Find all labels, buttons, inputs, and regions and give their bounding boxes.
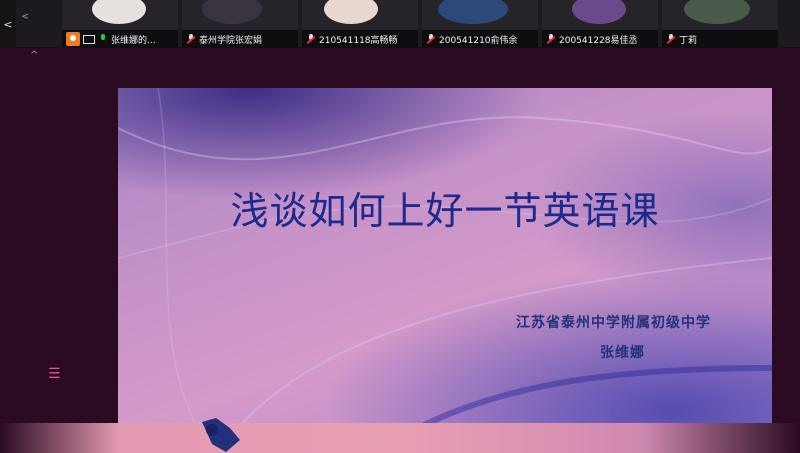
participant-name: 张维娜的... bbox=[111, 35, 156, 46]
slide-author: 张维娜 bbox=[600, 345, 645, 361]
mic-muted-icon bbox=[306, 34, 316, 44]
avatar bbox=[684, 0, 750, 24]
avatar bbox=[438, 0, 508, 24]
participant-name-bar: 丁莉 bbox=[662, 30, 778, 48]
avatar bbox=[92, 0, 146, 24]
participant-tile-5[interactable]: 丁莉 bbox=[662, 0, 778, 48]
avatar bbox=[572, 0, 626, 24]
participant-name: 210541118高畅畅 bbox=[319, 35, 398, 46]
screen-share-icon bbox=[83, 34, 95, 44]
participant-name-bar: 张维娜的... bbox=[62, 30, 178, 48]
participant-tile-0[interactable]: 张维娜的... bbox=[62, 0, 178, 48]
mic-muted-icon bbox=[186, 34, 196, 44]
participant-strip: < < 张维娜的... 泰州学院张宏娟 210541118高畅畅 2005412… bbox=[0, 0, 800, 48]
bottom-band bbox=[0, 423, 800, 453]
participant-tile-1[interactable]: 泰州学院张宏娟 bbox=[182, 0, 298, 48]
participant-name: 丁莉 bbox=[679, 35, 698, 46]
participant-name-bar: 200541228易佳丞 bbox=[542, 30, 658, 48]
mic-muted-icon bbox=[426, 34, 436, 44]
chevron-left-icon: < bbox=[3, 17, 13, 31]
slide-background-swoosh bbox=[118, 88, 772, 428]
slide-organization: 江苏省泰州中学附属初级中学 bbox=[516, 315, 711, 331]
participant-name-bar: 210541118高畅畅 bbox=[302, 30, 418, 48]
participant-name: 泰州学院张宏娟 bbox=[199, 35, 263, 46]
chevron-left-small-icon: < bbox=[21, 12, 29, 22]
participant-name: 200541228易佳丞 bbox=[559, 35, 638, 46]
participant-tile-4[interactable]: 200541228易佳丞 bbox=[542, 0, 658, 48]
shared-screen-slide: 浅谈如何上好一节英语课 江苏省泰州中学附属初级中学 张维娜 bbox=[118, 88, 772, 428]
decorative-shape-icon bbox=[202, 418, 240, 452]
expand-up-icon[interactable]: ^ bbox=[30, 50, 38, 61]
participant-name-bar: 泰州学院张宏娟 bbox=[182, 30, 298, 48]
slide-title: 浅谈如何上好一节英语课 bbox=[230, 189, 660, 233]
participant-tile-2[interactable]: 210541118高畅畅 bbox=[302, 0, 418, 48]
host-icon bbox=[66, 32, 80, 46]
strip-prev-button[interactable]: < bbox=[0, 0, 16, 48]
participant-name: 200541210俞伟余 bbox=[439, 35, 518, 46]
menu-icon[interactable]: ☰ bbox=[48, 366, 61, 382]
mic-on-icon bbox=[98, 34, 108, 44]
avatar bbox=[324, 0, 378, 24]
avatar bbox=[202, 0, 262, 24]
mic-muted-icon bbox=[546, 34, 556, 44]
strip-collapse-button[interactable]: < bbox=[18, 10, 32, 24]
participant-name-bar: 200541210俞伟余 bbox=[422, 30, 538, 48]
mic-muted-icon bbox=[666, 34, 676, 44]
participant-tile-3[interactable]: 200541210俞伟余 bbox=[422, 0, 538, 48]
